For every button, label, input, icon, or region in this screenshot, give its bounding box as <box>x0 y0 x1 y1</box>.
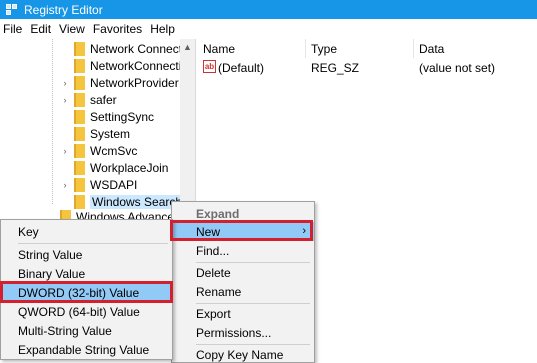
value-type: REG_SZ <box>311 61 360 75</box>
chevron-right-icon: › <box>302 225 306 237</box>
tree-item-wsdapi[interactable]: › WSDAPI <box>60 176 137 193</box>
context-menu: Expand New › Find... Delete Rename Expor… <box>171 201 315 363</box>
chevron-right-icon[interactable]: › <box>60 146 70 156</box>
menu-edit[interactable]: Edit <box>26 22 55 36</box>
list-header: Name Type Data <box>197 39 537 58</box>
folder-icon <box>74 58 85 73</box>
column-divider[interactable] <box>305 39 306 58</box>
menu-item-dword-value[interactable]: DWORD (32-bit) Value <box>1 283 172 302</box>
chevron-right-icon[interactable]: › <box>60 95 70 105</box>
menu-item-delete[interactable]: Delete <box>172 263 314 282</box>
menu-item-string-value[interactable]: String Value <box>1 245 172 264</box>
tree-item-label: safer <box>90 92 117 107</box>
menu-view[interactable]: View <box>55 22 89 36</box>
tree-item-network-connectivity[interactable]: NetworkConnectiv <box>60 57 187 74</box>
folder-icon <box>74 92 85 107</box>
folder-icon <box>74 75 85 90</box>
menu-item-permissions[interactable]: Permissions... <box>172 323 314 342</box>
tree-item-label: NetworkConnectiv <box>90 58 188 73</box>
title-bar: Registry Editor <box>0 0 537 19</box>
tree-item-label: System <box>90 126 131 141</box>
tree-item-label: SettingSync <box>90 109 155 124</box>
chevron-right-icon[interactable]: › <box>60 78 70 88</box>
menu-item-new-label: New <box>196 224 221 239</box>
tree-item-network-provider[interactable]: › NetworkProvider <box>60 74 179 91</box>
tree-item-network-connections[interactable]: Network Connecti <box>60 40 185 57</box>
folder-icon <box>74 126 85 141</box>
folder-icon <box>74 143 85 158</box>
menu-file[interactable]: File <box>0 22 26 36</box>
tree-guide-line <box>52 39 53 204</box>
chevron-right-icon[interactable]: › <box>60 180 70 190</box>
column-header-type[interactable]: Type <box>311 42 337 56</box>
menu-item-multi-string-value[interactable]: Multi-String Value <box>1 321 172 340</box>
tree-item-label: NetworkProvider <box>90 75 179 90</box>
tree-item-setting-sync[interactable]: SettingSync <box>60 108 154 125</box>
menu-favorites[interactable]: Favorites <box>89 22 146 36</box>
menu-separator <box>18 243 168 244</box>
value-row-default[interactable]: ab (Default) REG_SZ (value not set) <box>197 58 537 77</box>
menu-item-find[interactable]: Find... <box>172 241 314 260</box>
value-name: (Default) <box>218 61 265 75</box>
value-data: (value not set) <box>419 61 496 75</box>
tree-item-label: WorkplaceJoin <box>90 160 169 175</box>
menu-item-rename[interactable]: Rename <box>172 282 314 301</box>
menu-item-copy-key-name[interactable]: Copy Key Name <box>172 345 314 363</box>
folder-icon <box>74 177 85 192</box>
column-header-data[interactable]: Data <box>419 42 444 56</box>
window-title: Registry Editor <box>24 2 103 17</box>
menu-item-expand[interactable]: Expand <box>172 204 314 223</box>
menu-bar: File Edit View Favorites Help <box>0 19 537 39</box>
menu-item-binary-value[interactable]: Binary Value <box>1 264 172 283</box>
column-header-name[interactable]: Name <box>203 42 235 56</box>
menu-item-qword-value[interactable]: QWORD (64-bit) Value <box>1 302 172 321</box>
folder-icon <box>74 109 85 124</box>
new-submenu: Key String Value Binary Value DWORD (32-… <box>0 219 173 360</box>
tree-item-workplace-join[interactable]: WorkplaceJoin <box>60 159 168 176</box>
scroll-up-icon[interactable]: ▲ <box>183 42 192 52</box>
menu-item-new[interactable]: New › <box>172 222 314 241</box>
tree-item-safer[interactable]: › safer <box>60 91 117 108</box>
tree-item-system[interactable]: System <box>60 125 130 142</box>
tree-item-label: Network Connecti <box>90 41 185 56</box>
folder-icon <box>74 41 85 56</box>
tree-item-label: WSDAPI <box>90 177 138 192</box>
column-divider[interactable] <box>413 39 414 58</box>
registry-editor-icon <box>6 3 18 16</box>
menu-help[interactable]: Help <box>146 22 179 36</box>
tree-item-wcmsvc[interactable]: › WcmSvc <box>60 142 137 159</box>
menu-item-export[interactable]: Export <box>172 304 314 323</box>
menu-item-key[interactable]: Key <box>1 222 172 241</box>
string-value-icon: ab <box>203 60 216 73</box>
folder-icon <box>74 160 85 175</box>
tree-item-label: WcmSvc <box>90 143 138 158</box>
folder-icon <box>74 194 85 209</box>
menu-item-expandable-string-value[interactable]: Expandable String Value <box>1 340 172 359</box>
tree-item-label: Windows Search <box>90 194 185 209</box>
